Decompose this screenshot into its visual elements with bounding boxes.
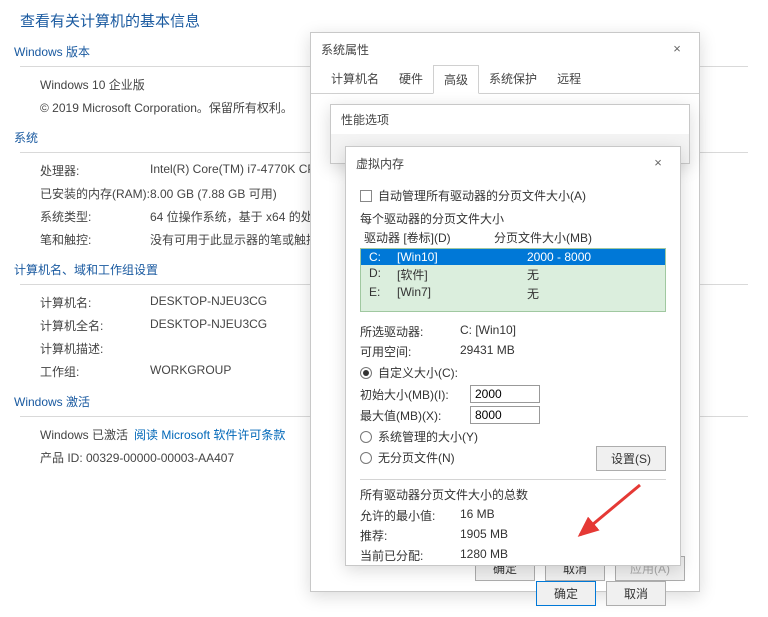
fullname-label: 计算机全名: — [40, 317, 150, 334]
desc-label: 计算机描述: — [40, 340, 150, 357]
total-title: 所有驱动器分页文件大小的总数 — [360, 486, 666, 503]
tab-hardware[interactable]: 硬件 — [389, 65, 433, 93]
initial-size-label: 初始大小(MB)(I): — [360, 386, 470, 403]
radio-custom-label: 自定义大小(C): — [378, 364, 458, 381]
tab-system-protection[interactable]: 系统保护 — [479, 65, 547, 93]
drive-list[interactable]: C: [Win10] 2000 - 8000 D: [软件] 无 E: [Win… — [360, 248, 666, 312]
fullname-value: DESKTOP-NJEU3CG — [150, 317, 267, 334]
ram-value: 8.00 GB (7.88 GB 可用) — [150, 185, 277, 202]
max-size-input[interactable] — [470, 406, 540, 424]
close-icon[interactable]: × — [663, 39, 691, 59]
drive-row[interactable]: E: [Win7] 无 — [361, 284, 665, 303]
set-button[interactable]: 设置(S) — [596, 446, 666, 471]
radio-system-label: 系统管理的大小(Y) — [378, 428, 478, 445]
auto-manage-label: 自动管理所有驱动器的分页文件大小(A) — [378, 187, 586, 204]
recommended-value: 1905 MB — [460, 527, 508, 544]
product-id: 产品 ID: 00329-00000-00003-AA407 — [40, 449, 234, 466]
close-icon[interactable]: × — [644, 153, 672, 173]
tab-advanced[interactable]: 高级 — [433, 65, 479, 94]
min-allowed-label: 允许的最小值: — [360, 507, 460, 524]
currently-allocated-label: 当前已分配: — [360, 547, 460, 564]
perfopt-title: 性能选项 — [341, 111, 389, 128]
activation-status: Windows 已激活 — [40, 426, 128, 443]
workgroup-value: WORKGROUP — [150, 363, 231, 380]
vmem-cancel-button[interactable]: 取消 — [606, 581, 666, 606]
radio-no-paging-label: 无分页文件(N) — [378, 449, 455, 466]
windows-edition: Windows 10 企业版 — [40, 76, 145, 93]
auto-manage-checkbox[interactable] — [360, 190, 372, 202]
ram-label: 已安装的内存(RAM): — [40, 185, 150, 202]
systype-label: 系统类型: — [40, 208, 150, 225]
selected-drive-value: C: [Win10] — [460, 323, 516, 340]
avail-space-label: 可用空间: — [360, 343, 460, 360]
computername-label: 计算机名: — [40, 294, 150, 311]
workgroup-label: 工作组: — [40, 363, 150, 380]
radio-custom-size[interactable] — [360, 367, 372, 379]
drive-row[interactable]: C: [Win10] 2000 - 8000 — [361, 249, 665, 265]
pen-label: 笔和触控: — [40, 231, 150, 248]
min-allowed-value: 16 MB — [460, 507, 495, 524]
copyright: © 2019 Microsoft Corporation。保留所有权利。 — [40, 99, 293, 116]
cpu-value: Intel(R) Core(TM) i7-4770K CPU — [150, 162, 324, 179]
dialog-virtual-memory: 虚拟内存 × 自动管理所有驱动器的分页文件大小(A) 每个驱动器的分页文件大小 … — [345, 146, 681, 566]
currently-allocated-value: 1280 MB — [460, 547, 508, 564]
col-drive: 驱动器 [卷标](D) — [364, 229, 494, 246]
selected-drive-label: 所选驱动器: — [360, 323, 460, 340]
each-drive-label: 每个驱动器的分页文件大小 — [360, 210, 666, 227]
cpu-label: 处理器: — [40, 162, 150, 179]
radio-system-managed[interactable] — [360, 431, 372, 443]
drive-row[interactable]: D: [软件] 无 — [361, 265, 665, 284]
sysprops-title: 系统属性 — [321, 41, 369, 58]
initial-size-input[interactable] — [470, 385, 540, 403]
sysprops-tabs: 计算机名 硬件 高级 系统保护 远程 — [311, 65, 699, 94]
radio-no-paging[interactable] — [360, 452, 372, 464]
page-title: 查看有关计算机的基本信息 — [20, 10, 748, 31]
computername-value: DESKTOP-NJEU3CG — [150, 294, 267, 311]
systype-value: 64 位操作系统，基于 x64 的处理 — [150, 208, 325, 225]
recommended-label: 推荐: — [360, 527, 460, 544]
activation-link[interactable]: 阅读 Microsoft 软件许可条款 — [134, 426, 285, 443]
max-size-label: 最大值(MB)(X): — [360, 407, 470, 424]
tab-remote[interactable]: 远程 — [547, 65, 591, 93]
vmem-title: 虚拟内存 — [356, 155, 404, 172]
vmem-ok-button[interactable]: 确定 — [536, 581, 596, 606]
pen-value: 没有可用于此显示器的笔或触控输 — [150, 231, 330, 248]
tab-computer-name[interactable]: 计算机名 — [321, 65, 389, 93]
col-size: 分页文件大小(MB) — [494, 229, 592, 246]
avail-space-value: 29431 MB — [460, 343, 515, 360]
